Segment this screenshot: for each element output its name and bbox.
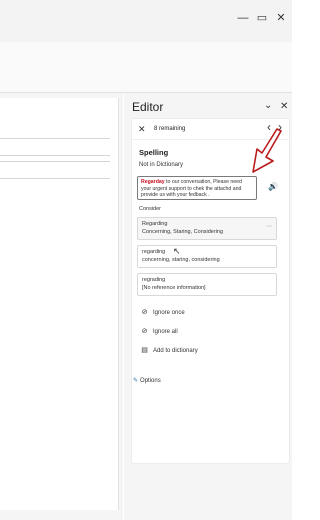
document-area <box>0 93 123 520</box>
suggestion-word: regarding <box>142 249 166 255</box>
text-line <box>0 178 110 179</box>
suggestion-3[interactable]: regrading [No reference information] <box>137 273 277 296</box>
annotation-arrow-icon <box>252 128 282 173</box>
add-to-dictionary-button[interactable]: ▤ Add to dictionary <box>140 346 198 354</box>
consider-label: Consider <box>139 206 162 212</box>
close-issue-icon[interactable]: ✕ <box>138 123 146 135</box>
options-label: Options <box>140 378 161 384</box>
ignore-all-icon: ⊘ <box>141 328 148 335</box>
text-line <box>0 138 110 139</box>
document-page[interactable] <box>0 98 119 510</box>
suggestion-2[interactable]: regarding concerning, staring, consideri… <box>137 245 277 268</box>
ignore-once-icon: ⊘ <box>141 309 148 316</box>
minimize-icon[interactable]: — <box>236 11 250 25</box>
suggestion-detail: Concerning, Staring, Considering <box>142 229 224 235</box>
suggestion-1[interactable]: Regarding Concerning, Staring, Consideri… <box>137 217 277 240</box>
issue-type: Not in Dictionary <box>139 162 184 168</box>
close-pane-icon[interactable]: ✕ <box>280 101 288 113</box>
mouse-cursor-icon: ↖ <box>173 246 181 256</box>
speaker-icon[interactable]: 🔊 <box>268 182 278 191</box>
text-line <box>0 155 110 156</box>
error-word: Regarday <box>141 179 165 185</box>
ignore-all-button[interactable]: ⊘ Ignore all <box>140 327 178 335</box>
chevron-down-icon[interactable]: ⌄ <box>264 100 272 112</box>
ignore-once-button[interactable]: ⊘ Ignore once <box>140 308 185 316</box>
issue-category: Spelling <box>139 148 169 157</box>
ignore-once-label: Ignore once <box>153 310 185 316</box>
suggestion-detail: [No reference information] <box>142 285 206 291</box>
context-sentence: Regarday to our conversation, Please nee… <box>137 176 257 200</box>
close-icon[interactable]: ✕ <box>274 11 288 25</box>
remaining-count: 8 remaining <box>154 126 186 132</box>
text-line <box>0 161 110 162</box>
suggestion-word: regrading <box>142 277 166 283</box>
suggestion-word: Regarding <box>142 221 168 227</box>
maximize-icon[interactable]: ▭ <box>255 11 269 25</box>
add-to-dictionary-label: Add to dictionary <box>153 348 198 354</box>
options-link[interactable]: ✎ Options <box>133 377 161 384</box>
dictionary-icon: ▤ <box>141 347 148 354</box>
pen-icon: ✎ <box>133 378 139 384</box>
ribbon <box>0 42 292 93</box>
more-options-icon[interactable]: ⋯ <box>266 223 272 231</box>
ignore-all-label: Ignore all <box>153 329 178 335</box>
title-bar: — ▭ ✕ <box>0 0 292 42</box>
suggestion-detail: concerning, staring, considering <box>142 257 220 263</box>
editor-title: Editor <box>132 100 164 114</box>
